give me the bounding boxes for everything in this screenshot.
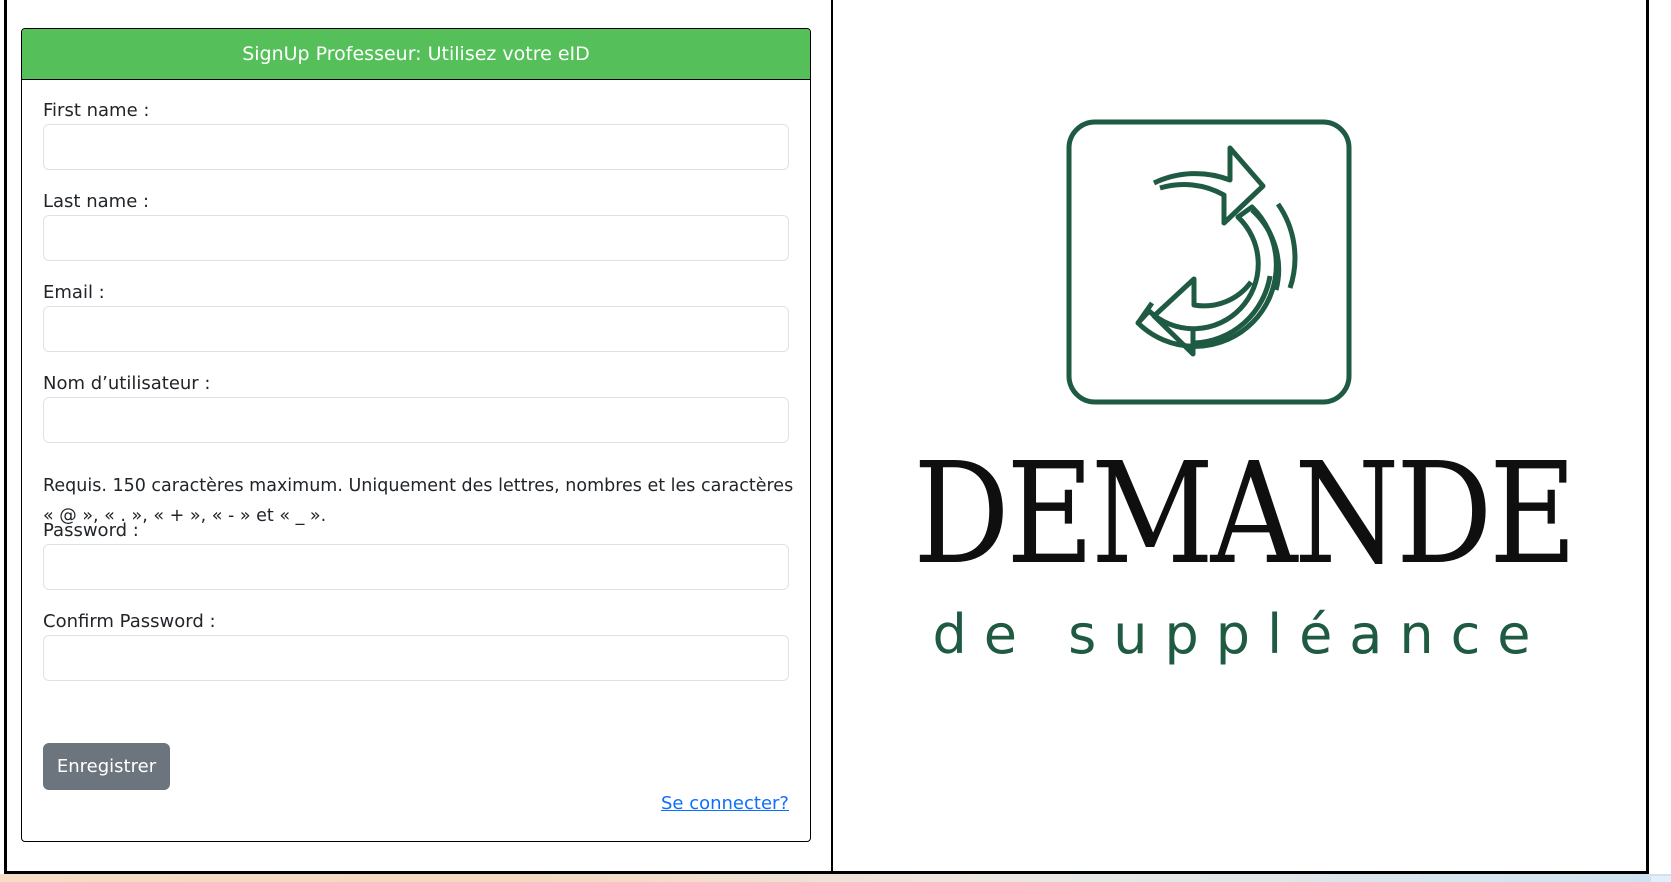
register-button[interactable]: Enregistrer — [43, 743, 170, 790]
signup-title: SignUp Professeur: Utilisez votre eID — [242, 43, 590, 65]
column-divider — [831, 0, 833, 873]
first-name-input[interactable] — [43, 124, 789, 170]
confirm-password-label: Confirm Password : — [43, 611, 216, 632]
last-name-input[interactable] — [43, 215, 789, 261]
username-label: Nom d’utilisateur : — [43, 373, 211, 394]
first-name-label: First name : — [43, 100, 150, 121]
password-input[interactable] — [43, 544, 789, 590]
email-label: Email : — [43, 282, 105, 303]
signup-card-header: SignUp Professeur: Utilisez votre eID — [22, 29, 810, 80]
email-input[interactable] — [43, 306, 789, 352]
app-logo: DEMANDE de suppléance — [860, 100, 1620, 680]
window-bottom-edge — [0, 874, 1671, 882]
username-input[interactable] — [43, 397, 789, 443]
logo-subtitle: de suppléance — [932, 603, 1548, 666]
password-label: Password : — [43, 520, 139, 541]
refresh-cycle-icon — [1066, 119, 1352, 405]
logo-title: DEMANDE — [913, 433, 1577, 596]
username-help-text: Requis. 150 caractères maximum. Uniqueme… — [43, 476, 794, 526]
signup-card: SignUp Professeur: Utilisez votre eID Fi… — [21, 28, 811, 842]
last-name-label: Last name : — [43, 191, 150, 212]
login-link[interactable]: Se connecter? — [661, 793, 789, 814]
window-corner — [1651, 876, 1671, 882]
confirm-password-input[interactable] — [43, 635, 789, 681]
